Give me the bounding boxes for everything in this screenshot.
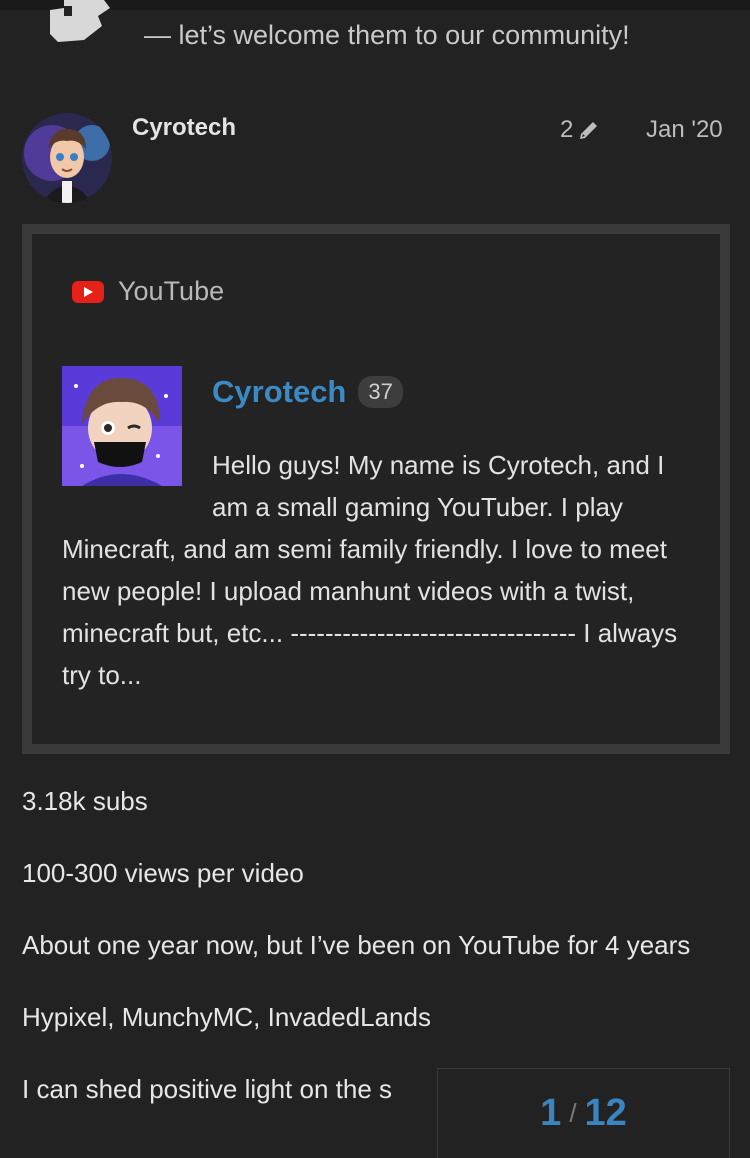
post-line: About one year now, but I’ve been on You… <box>22 930 691 960</box>
avatar-image <box>22 113 112 203</box>
channel-badge: 37 <box>358 376 403 408</box>
youtube-logo-icon <box>72 280 104 303</box>
progress-separator: / <box>569 1098 577 1128</box>
post-line: 3.18k subs <box>22 786 148 816</box>
channel-name[interactable]: Cyrotech <box>212 374 346 410</box>
post-line: 100-300 views per video <box>22 858 304 888</box>
wave-hand-icon <box>50 0 110 42</box>
channel-title-row[interactable]: Cyrotech 37 <box>212 374 403 410</box>
edit-history[interactable]: 2 <box>560 116 601 144</box>
post-date[interactable]: Jan '20 <box>646 116 723 144</box>
thumbnail-spacer <box>62 444 212 524</box>
post-author[interactable]: Cyrotech <box>132 114 236 142</box>
topic-progress[interactable]: 1 / 12 <box>437 1068 730 1158</box>
channel-description-block: Hello guys! My name is Cyrotech, and I a… <box>62 444 702 696</box>
edit-count: 2 <box>560 116 574 143</box>
onebox-provider: YouTube <box>118 276 225 306</box>
pencil-icon <box>580 122 598 139</box>
progress-current: 1 <box>540 1092 562 1134</box>
onebox-header[interactable]: YouTube <box>72 276 224 307</box>
progress-total: 12 <box>584 1092 627 1134</box>
welcome-message: — let’s welcome them to our community! <box>144 20 630 50</box>
youtube-onebox[interactable]: YouTube Cyrotech 37 Hello guys! My name … <box>22 224 730 754</box>
post-line: Hypixel, MunchyMC, InvadedLands <box>22 1002 431 1032</box>
author-avatar[interactable] <box>22 113 112 203</box>
